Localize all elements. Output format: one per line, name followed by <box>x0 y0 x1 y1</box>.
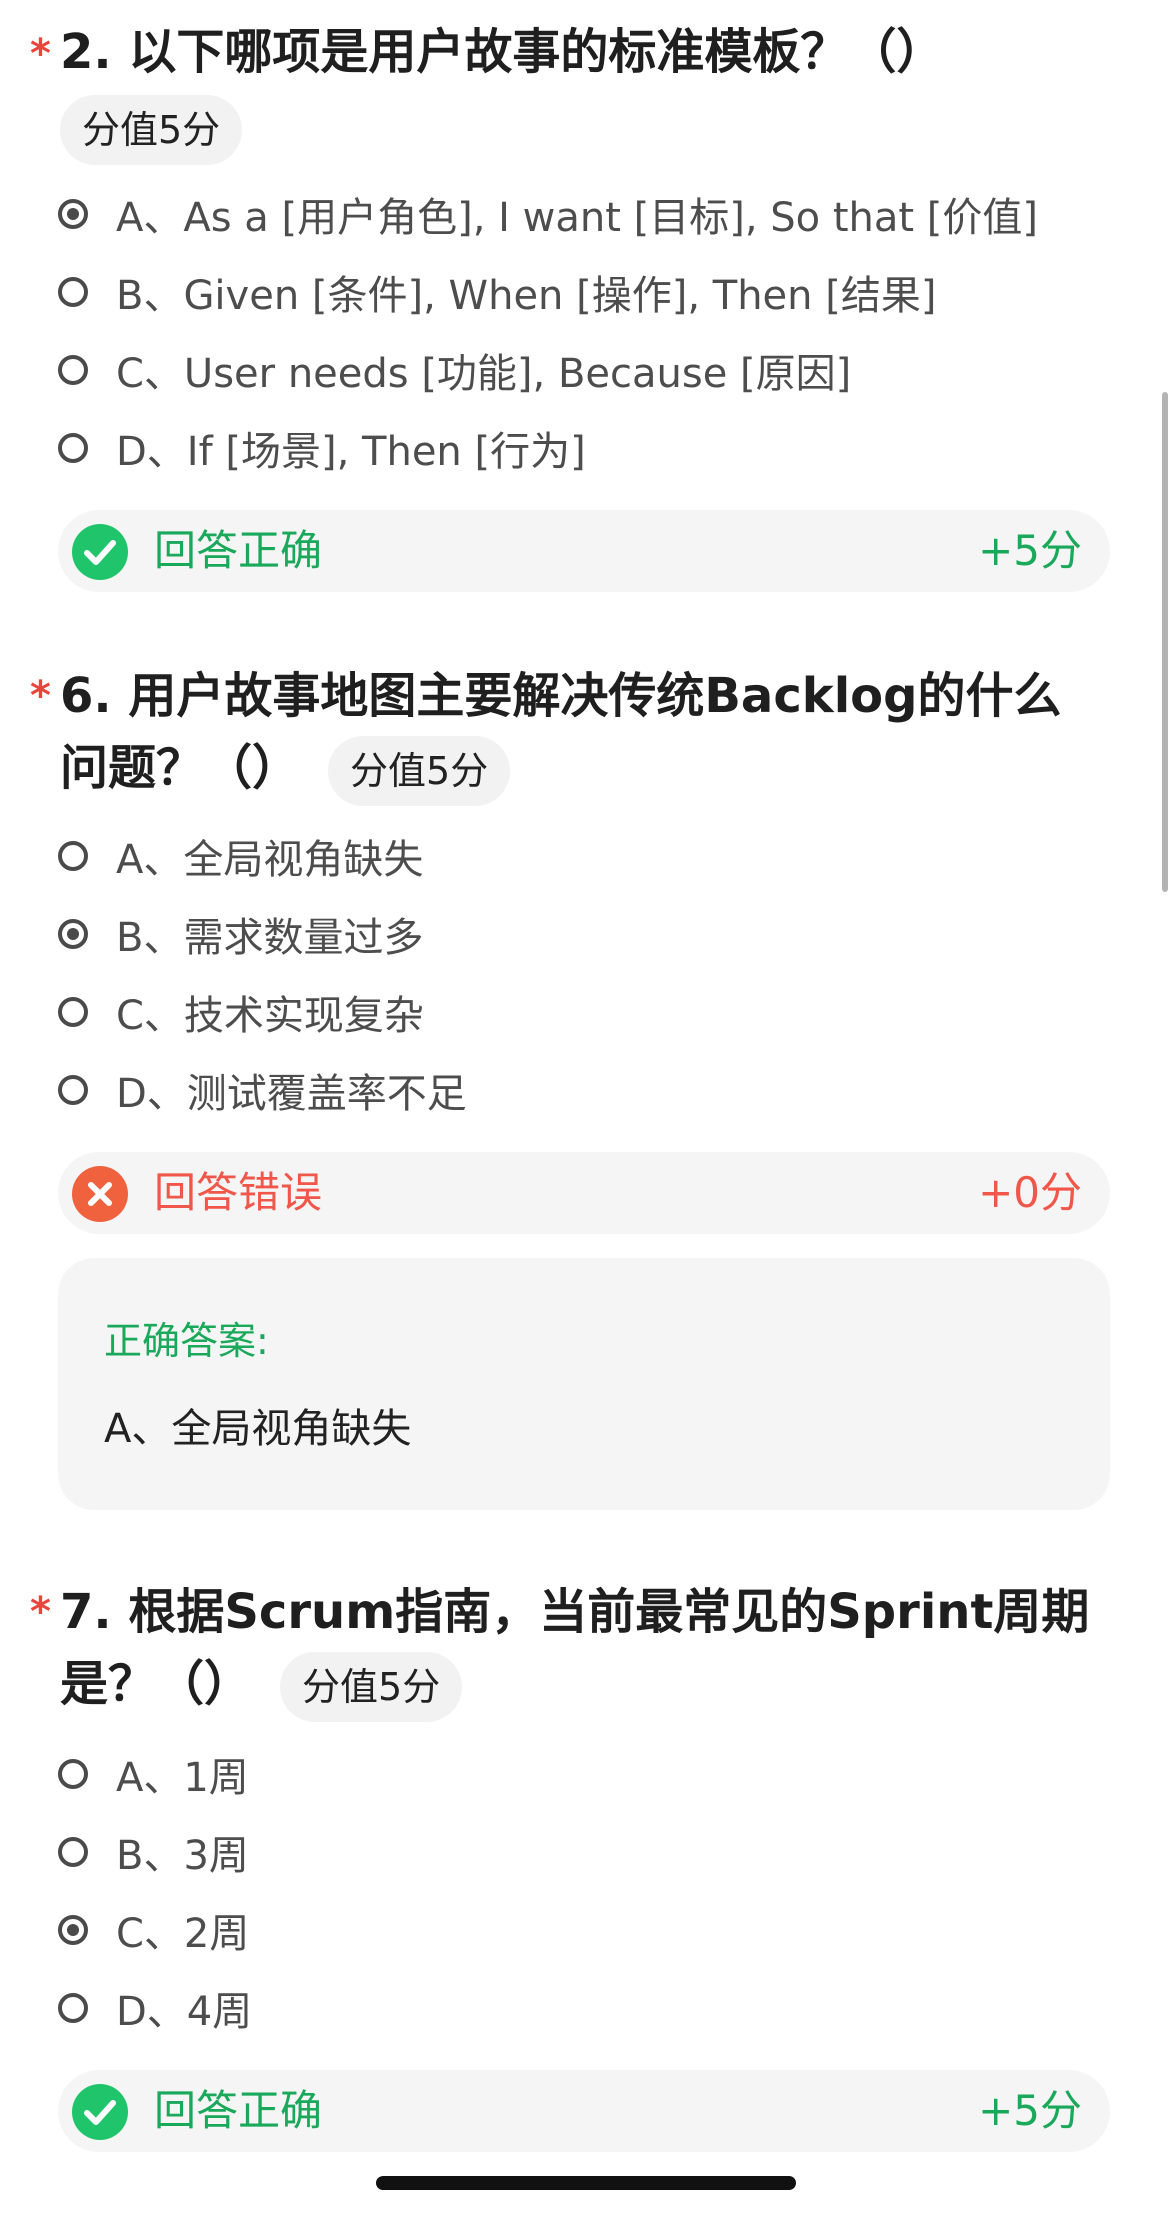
correct-answer-label: 正确答案: <box>104 1319 269 1363</box>
result-text: 回答正确 <box>154 526 323 575</box>
option-a[interactable]: A、1周 <box>58 1744 249 1804</box>
option-label: B、3周 <box>116 1833 249 1879</box>
option-label: C、2周 <box>116 1911 250 1957</box>
x-circle-icon <box>72 1166 128 1222</box>
question-title-line2: 问题？（） <box>60 740 301 796</box>
home-indicator[interactable] <box>376 2176 796 2190</box>
check-circle-icon <box>72 524 128 580</box>
radio-icon[interactable] <box>58 355 88 385</box>
radio-selected-icon[interactable] <box>58 919 88 949</box>
option-d[interactable]: D、4周 <box>58 1978 252 2038</box>
score-badge: 分值5分 <box>280 1652 463 1722</box>
option-d[interactable]: D、测试覆盖率不足 <box>58 1060 467 1120</box>
radio-icon[interactable] <box>58 1837 88 1867</box>
option-b[interactable]: B、Given [条件], When [操作], Then [结果] <box>58 262 936 322</box>
option-b[interactable]: B、3周 <box>58 1822 249 1882</box>
radio-selected-icon[interactable] <box>58 1915 88 1945</box>
option-label: A、1周 <box>116 1755 249 1801</box>
option-label: A、全局视角缺失 <box>116 837 424 883</box>
question-title: 2. 以下哪项是用户故事的标准模板？（） 分值5分 <box>60 16 1090 165</box>
option-d[interactable]: D、If [场景], Then [行为] <box>58 418 586 478</box>
result-text: 回答错误 <box>154 1168 323 1217</box>
score-badge: 分值5分 <box>60 95 243 165</box>
radio-selected-icon[interactable] <box>58 199 88 229</box>
required-star: * <box>30 31 51 77</box>
option-label: D、测试覆盖率不足 <box>116 1071 467 1117</box>
radio-icon[interactable] <box>58 1993 88 2023</box>
option-label: C、技术实现复杂 <box>116 993 424 1039</box>
question-title: 6. 用户故事地图主要解决传统Backlog的什么 问题？（） 分值5分 <box>60 660 1090 806</box>
option-label: C、User needs [功能], Because [原因] <box>116 351 852 397</box>
required-star: * <box>30 1589 51 1635</box>
result-score: +5分 <box>978 2086 1082 2135</box>
result-score: +0分 <box>978 1168 1082 1217</box>
result-bar-correct: 回答正确 +5分 <box>58 510 1110 592</box>
option-c[interactable]: C、技术实现复杂 <box>58 982 424 1042</box>
result-bar-correct: 回答正确 +5分 <box>58 2070 1110 2152</box>
radio-icon[interactable] <box>58 277 88 307</box>
radio-icon[interactable] <box>58 433 88 463</box>
result-text: 回答正确 <box>154 2086 323 2135</box>
question-title: 7. 根据Scrum指南，当前最常见的Sprint周期 是？（） 分值5分 <box>60 1576 1090 1722</box>
radio-icon[interactable] <box>58 841 88 871</box>
option-label: B、需求数量过多 <box>116 915 424 961</box>
option-b[interactable]: B、需求数量过多 <box>58 904 423 964</box>
question-title-line1: 6. 用户故事地图主要解决传统Backlog的什么 <box>60 668 1062 724</box>
scrollbar[interactable] <box>1162 392 1168 892</box>
option-a[interactable]: A、As a [用户角色], I want [目标], So that [价值] <box>58 184 1038 244</box>
question-title-line2: 是？（） <box>60 1656 253 1712</box>
check-circle-icon <box>72 2084 128 2140</box>
required-star: * <box>30 673 51 719</box>
radio-icon[interactable] <box>58 1759 88 1789</box>
option-c[interactable]: C、User needs [功能], Because [原因] <box>58 340 851 400</box>
correct-answer-box: 正确答案: A、全局视角缺失 <box>58 1258 1110 1510</box>
radio-icon[interactable] <box>58 997 88 1027</box>
score-badge: 分值5分 <box>328 736 511 806</box>
question-title-line1: 7. 根据Scrum指南，当前最常见的Sprint周期 <box>60 1584 1090 1640</box>
option-label: D、4周 <box>116 1989 253 2035</box>
option-label: A、As a [用户角色], I want [目标], So that [价值] <box>116 195 1039 241</box>
radio-icon[interactable] <box>58 1075 88 1105</box>
question-title-text: 2. 以下哪项是用户故事的标准模板？（） <box>60 24 945 80</box>
option-label: B、Given [条件], When [操作], Then [结果] <box>116 273 937 319</box>
option-label: D、If [场景], Then [行为] <box>116 429 586 475</box>
option-c[interactable]: C、2周 <box>58 1900 249 1960</box>
result-bar-wrong: 回答错误 +0分 <box>58 1152 1110 1234</box>
option-a[interactable]: A、全局视角缺失 <box>58 826 423 886</box>
correct-answer-value: A、全局视角缺失 <box>104 1406 412 1452</box>
result-score: +5分 <box>978 526 1082 575</box>
